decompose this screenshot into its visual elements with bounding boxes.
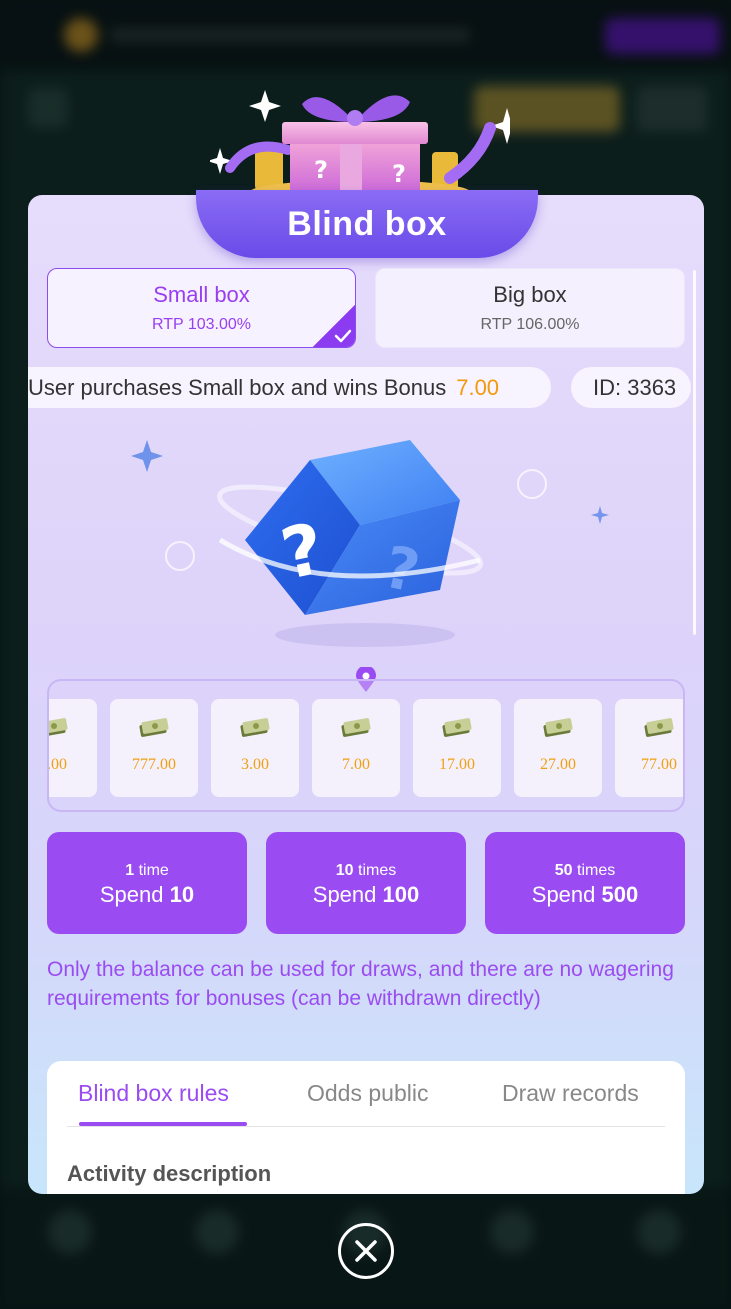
draw-count: 1 <box>125 862 135 879</box>
spend-label: Spend <box>312 882 377 907</box>
close-button[interactable] <box>338 1223 394 1279</box>
spend-amount: 10 <box>169 882 195 907</box>
prize-amount: 777.00 <box>132 756 176 773</box>
winner-ticker-id: ID: 3363 <box>571 367 691 408</box>
prize-card: 27.00 <box>514 699 602 797</box>
draw-unit: times <box>358 862 397 879</box>
cash-stack-icon <box>240 718 270 737</box>
spend-amount: 500 <box>601 882 639 907</box>
prize-amount: 7.00 <box>342 756 370 773</box>
modal-title: Blind box <box>287 204 447 243</box>
small-box-option[interactable]: Small box RTP 103.00% <box>47 268 356 348</box>
spend-label: Spend <box>99 882 164 907</box>
big-box-rtp: RTP 106.00% <box>480 316 580 333</box>
svg-text:?: ? <box>314 156 328 184</box>
mystery-cube-illustration: ? ? <box>131 440 609 647</box>
prize-amount: 17.00 <box>439 756 475 773</box>
prize-card: 7.00 <box>47 699 97 797</box>
cash-stack-icon <box>442 718 472 737</box>
small-box-name: Small box <box>153 282 250 307</box>
scrollbar[interactable] <box>693 270 696 635</box>
selected-check-icon <box>312 304 355 347</box>
prize-card: 77.00 <box>615 699 683 797</box>
cash-stack-icon <box>139 718 169 737</box>
big-box-option[interactable]: Big box RTP 106.00% <box>375 268 685 348</box>
cash-stack-icon <box>341 718 371 737</box>
small-box-rtp: RTP 103.00% <box>151 316 252 333</box>
big-box-name: Big box <box>493 282 567 307</box>
ticker-id: ID: 3363 <box>593 375 677 400</box>
draw-count: 10 <box>335 862 354 879</box>
prize-amount: 77.00 <box>641 756 677 773</box>
draw-count: 50 <box>554 862 573 879</box>
ticker-bonus: 7.00 <box>456 375 500 400</box>
cash-stack-icon <box>49 718 68 737</box>
spend-label: Spend <box>531 882 596 907</box>
draw-10-times-button[interactable]: 10 times Spend 100 <box>266 832 466 934</box>
prize-carousel[interactable]: 7.00 777.00 3.00 7.00 17.00 27.00 77.00 <box>47 679 685 812</box>
svg-text:?: ? <box>392 160 406 188</box>
draw-unit: times <box>577 862 616 879</box>
ticker-message: User purchases Small box and wins Bonus <box>28 375 447 400</box>
draw-50-times-button[interactable]: 50 times Spend 500 <box>485 832 685 934</box>
prize-card: 7.00 <box>312 699 400 797</box>
close-icon <box>355 1240 377 1262</box>
prize-card: 17.00 <box>413 699 501 797</box>
modal-title-ribbon: Blind box <box>196 190 538 258</box>
prize-amount: 27.00 <box>540 756 576 773</box>
spend-amount: 100 <box>382 882 420 907</box>
cash-stack-icon <box>644 718 674 737</box>
draw-1-time-button[interactable]: 1 time Spend 10 <box>47 832 247 934</box>
prize-card: 777.00 <box>110 699 198 797</box>
balance-note: Only the balance can be used for draws, … <box>47 958 674 1010</box>
prize-amount: 3.00 <box>241 756 269 773</box>
gift-box-illustration: ? ? <box>210 90 510 203</box>
prize-amount: 7.00 <box>47 756 67 773</box>
cash-stack-icon <box>543 718 573 737</box>
draw-unit: time <box>138 862 169 879</box>
prize-card: 3.00 <box>211 699 299 797</box>
winner-ticker: User purchases Small box and wins Bonus 7… <box>28 367 551 408</box>
